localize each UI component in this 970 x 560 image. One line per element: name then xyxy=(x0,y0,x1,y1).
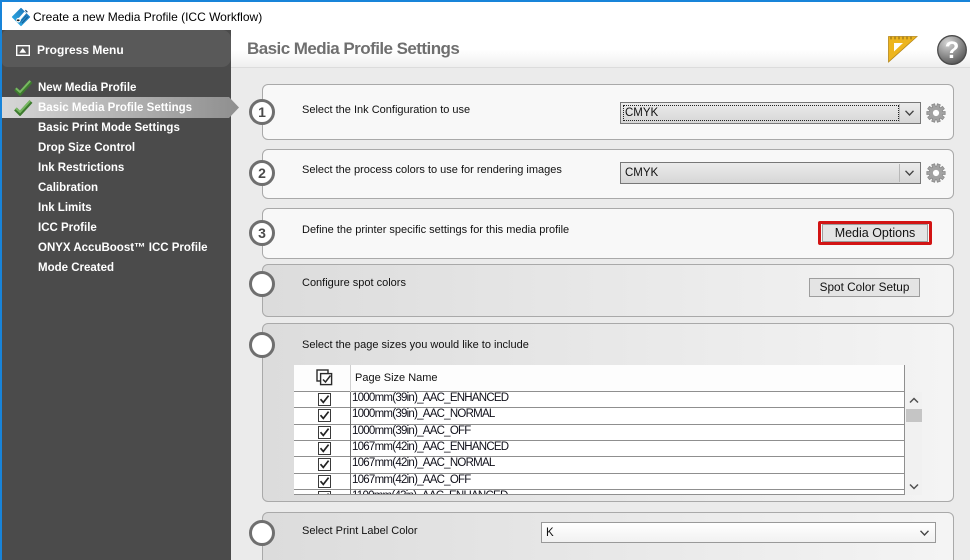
svg-text:?: ? xyxy=(945,37,960,64)
